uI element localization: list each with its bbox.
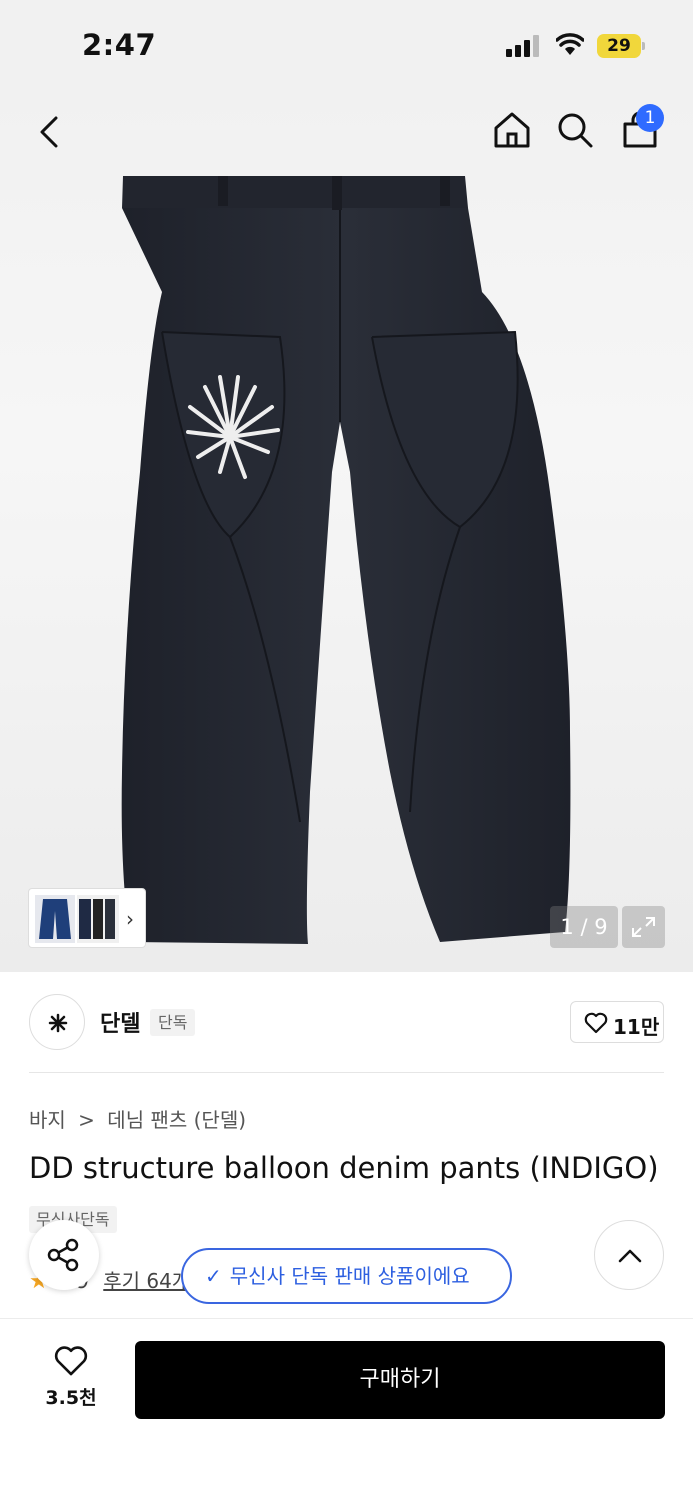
- status-bar: 2:47 29: [0, 0, 693, 92]
- thumbnail-strip[interactable]: ›: [28, 888, 146, 948]
- divider: [29, 1072, 664, 1073]
- product-image: [121, 176, 571, 944]
- exclusive-toast: ✓ 무신사 단독 판매 상품이에요: [181, 1248, 512, 1304]
- toast-message: 무신사 단독 판매 상품이에요: [229, 1264, 470, 1288]
- breadcrumb-separator: >: [78, 1108, 95, 1132]
- thumbnail-2[interactable]: [77, 895, 119, 943]
- wishlist-button[interactable]: 3.5천: [30, 1341, 112, 1421]
- share-button[interactable]: [29, 1220, 99, 1290]
- brand-like-count: 11만: [613, 1015, 660, 1039]
- breadcrumb: 바지 > 데님 팬츠 (단델): [29, 1104, 246, 1133]
- reviews-link[interactable]: 후기 64개: [103, 1269, 190, 1293]
- check-icon: ✓: [205, 1264, 222, 1288]
- cart-badge: 1: [636, 104, 664, 132]
- brand-name[interactable]: 단델: [100, 1006, 140, 1038]
- wishlist-count: 3.5천: [45, 1387, 97, 1409]
- scroll-top-button[interactable]: [594, 1220, 664, 1290]
- battery-icon: 29: [597, 34, 645, 58]
- asterisk-logo-icon: [48, 1013, 68, 1033]
- share-icon: [47, 1238, 79, 1272]
- expand-icon[interactable]: [622, 906, 665, 948]
- brand-like-button[interactable]: 11만: [570, 1001, 664, 1043]
- home-icon[interactable]: [492, 110, 532, 150]
- product-title: DD structure balloon denim pants (INDIGO…: [29, 1151, 659, 1185]
- bottom-action-bar: 3.5천 구매하기: [0, 1318, 693, 1500]
- product-gallery[interactable]: 1 › 1 / 9: [0, 92, 693, 972]
- wifi-icon: [556, 33, 584, 55]
- battery-level: 29: [597, 34, 641, 58]
- thumbnail-1[interactable]: [35, 895, 75, 943]
- brand-logo[interactable]: [29, 994, 85, 1050]
- breadcrumb-category[interactable]: 바지: [29, 1108, 66, 1132]
- back-icon[interactable]: [30, 112, 70, 152]
- image-counter: 1 / 9: [550, 906, 618, 948]
- heart-icon: [54, 1346, 88, 1376]
- chevron-right-icon[interactable]: ›: [126, 907, 134, 931]
- chevron-up-icon: [618, 1249, 642, 1263]
- buy-button[interactable]: 구매하기: [135, 1341, 665, 1419]
- brand-exclusive-badge: 단독: [150, 1009, 196, 1036]
- status-time: 2:47: [82, 28, 157, 62]
- breadcrumb-subcategory[interactable]: 데님 팬츠 (단델): [107, 1108, 246, 1132]
- heart-icon: [584, 1012, 608, 1034]
- cellular-signal-icon: [506, 35, 539, 57]
- search-icon[interactable]: [555, 110, 595, 150]
